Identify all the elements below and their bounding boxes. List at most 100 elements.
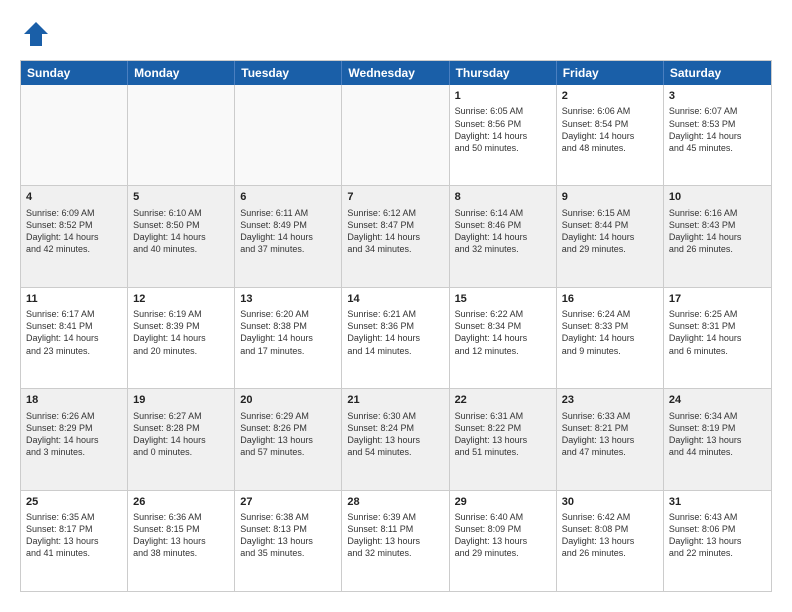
cell-info: Sunrise: 6:05 AM	[455, 105, 551, 117]
day-number: 9	[562, 190, 658, 205]
cell-info: Sunset: 8:06 PM	[669, 523, 766, 535]
day-number: 4	[26, 190, 122, 205]
cell-info: and 9 minutes.	[562, 345, 658, 357]
cell-info: and 34 minutes.	[347, 243, 443, 255]
cell-info: Daylight: 14 hours	[562, 130, 658, 142]
cell-info: and 32 minutes.	[347, 547, 443, 559]
cell-info: Daylight: 14 hours	[455, 130, 551, 142]
day-number: 8	[455, 190, 551, 205]
cell-info: and 38 minutes.	[133, 547, 229, 559]
cell-info: Sunrise: 6:16 AM	[669, 207, 766, 219]
cell-info: Sunrise: 6:22 AM	[455, 308, 551, 320]
cell-info: Daylight: 13 hours	[669, 434, 766, 446]
cell-info: Daylight: 14 hours	[26, 434, 122, 446]
cell-info: Daylight: 14 hours	[347, 231, 443, 243]
cell-info: Sunrise: 6:07 AM	[669, 105, 766, 117]
calendar-header-cell: Sunday	[21, 61, 128, 85]
calendar-header-cell: Friday	[557, 61, 664, 85]
cell-info: Daylight: 13 hours	[455, 535, 551, 547]
cell-info: and 17 minutes.	[240, 345, 336, 357]
cell-info: Daylight: 14 hours	[562, 332, 658, 344]
cell-info: and 12 minutes.	[455, 345, 551, 357]
calendar-cell: 1Sunrise: 6:05 AMSunset: 8:56 PMDaylight…	[450, 85, 557, 185]
day-number: 7	[347, 190, 443, 205]
cell-info: Sunrise: 6:19 AM	[133, 308, 229, 320]
cell-info: Daylight: 13 hours	[562, 434, 658, 446]
day-number: 23	[562, 393, 658, 408]
cell-info: Sunset: 8:41 PM	[26, 320, 122, 332]
cell-info: and 26 minutes.	[562, 547, 658, 559]
day-number: 1	[455, 89, 551, 104]
cell-info: Daylight: 14 hours	[669, 231, 766, 243]
calendar-cell: 26Sunrise: 6:36 AMSunset: 8:15 PMDayligh…	[128, 491, 235, 591]
page: SundayMondayTuesdayWednesdayThursdayFrid…	[0, 0, 792, 612]
cell-info: Sunrise: 6:36 AM	[133, 511, 229, 523]
day-number: 25	[26, 495, 122, 510]
cell-info: Sunset: 8:31 PM	[669, 320, 766, 332]
cell-info: Sunset: 8:19 PM	[669, 422, 766, 434]
cell-info: Daylight: 14 hours	[26, 332, 122, 344]
cell-info: and 22 minutes.	[669, 547, 766, 559]
cell-info: Sunset: 8:08 PM	[562, 523, 658, 535]
calendar-cell: 18Sunrise: 6:26 AMSunset: 8:29 PMDayligh…	[21, 389, 128, 489]
cell-info: Sunset: 8:17 PM	[26, 523, 122, 535]
day-number: 17	[669, 292, 766, 307]
cell-info: and 29 minutes.	[562, 243, 658, 255]
calendar-cell: 31Sunrise: 6:43 AMSunset: 8:06 PMDayligh…	[664, 491, 771, 591]
calendar-cell: 15Sunrise: 6:22 AMSunset: 8:34 PMDayligh…	[450, 288, 557, 388]
cell-info: Sunrise: 6:33 AM	[562, 410, 658, 422]
cell-info: Daylight: 13 hours	[669, 535, 766, 547]
calendar-cell: 5Sunrise: 6:10 AMSunset: 8:50 PMDaylight…	[128, 186, 235, 286]
calendar-header-cell: Wednesday	[342, 61, 449, 85]
cell-info: Daylight: 14 hours	[347, 332, 443, 344]
cell-info: Daylight: 13 hours	[562, 535, 658, 547]
cell-info: Sunrise: 6:35 AM	[26, 511, 122, 523]
calendar-cell: 8Sunrise: 6:14 AMSunset: 8:46 PMDaylight…	[450, 186, 557, 286]
day-number: 16	[562, 292, 658, 307]
cell-info: and 6 minutes.	[669, 345, 766, 357]
calendar-cell: 24Sunrise: 6:34 AMSunset: 8:19 PMDayligh…	[664, 389, 771, 489]
cell-info: and 23 minutes.	[26, 345, 122, 357]
cell-info: Daylight: 14 hours	[26, 231, 122, 243]
cell-info: and 44 minutes.	[669, 446, 766, 458]
calendar-row: 1Sunrise: 6:05 AMSunset: 8:56 PMDaylight…	[21, 85, 771, 186]
cell-info: and 40 minutes.	[133, 243, 229, 255]
cell-info: Sunrise: 6:34 AM	[669, 410, 766, 422]
calendar-cell	[21, 85, 128, 185]
calendar-header: SundayMondayTuesdayWednesdayThursdayFrid…	[21, 61, 771, 85]
calendar-cell	[128, 85, 235, 185]
logo	[20, 20, 50, 48]
cell-info: and 47 minutes.	[562, 446, 658, 458]
cell-info: Sunrise: 6:11 AM	[240, 207, 336, 219]
cell-info: Sunrise: 6:06 AM	[562, 105, 658, 117]
calendar-header-cell: Saturday	[664, 61, 771, 85]
cell-info: and 35 minutes.	[240, 547, 336, 559]
cell-info: and 14 minutes.	[347, 345, 443, 357]
cell-info: Sunset: 8:46 PM	[455, 219, 551, 231]
calendar-cell: 2Sunrise: 6:06 AMSunset: 8:54 PMDaylight…	[557, 85, 664, 185]
day-number: 11	[26, 292, 122, 307]
cell-info: Sunrise: 6:38 AM	[240, 511, 336, 523]
cell-info: Sunset: 8:39 PM	[133, 320, 229, 332]
calendar-cell: 21Sunrise: 6:30 AMSunset: 8:24 PMDayligh…	[342, 389, 449, 489]
calendar-cell: 13Sunrise: 6:20 AMSunset: 8:38 PMDayligh…	[235, 288, 342, 388]
cell-info: Sunset: 8:44 PM	[562, 219, 658, 231]
calendar-cell: 11Sunrise: 6:17 AMSunset: 8:41 PMDayligh…	[21, 288, 128, 388]
cell-info: Sunset: 8:21 PM	[562, 422, 658, 434]
calendar-cell: 30Sunrise: 6:42 AMSunset: 8:08 PMDayligh…	[557, 491, 664, 591]
cell-info: Daylight: 14 hours	[669, 332, 766, 344]
cell-info: and 45 minutes.	[669, 142, 766, 154]
cell-info: Sunset: 8:47 PM	[347, 219, 443, 231]
day-number: 26	[133, 495, 229, 510]
cell-info: Sunrise: 6:12 AM	[347, 207, 443, 219]
day-number: 31	[669, 495, 766, 510]
cell-info: Sunset: 8:36 PM	[347, 320, 443, 332]
cell-info: and 51 minutes.	[455, 446, 551, 458]
calendar-cell	[342, 85, 449, 185]
cell-info: Daylight: 13 hours	[240, 434, 336, 446]
cell-info: Daylight: 14 hours	[240, 231, 336, 243]
day-number: 12	[133, 292, 229, 307]
cell-info: Sunset: 8:34 PM	[455, 320, 551, 332]
calendar-cell: 7 Sunrise: 6:12 AMSunset: 8:47 PMDaylight…	[342, 186, 449, 286]
cell-info: and 20 minutes.	[133, 345, 229, 357]
